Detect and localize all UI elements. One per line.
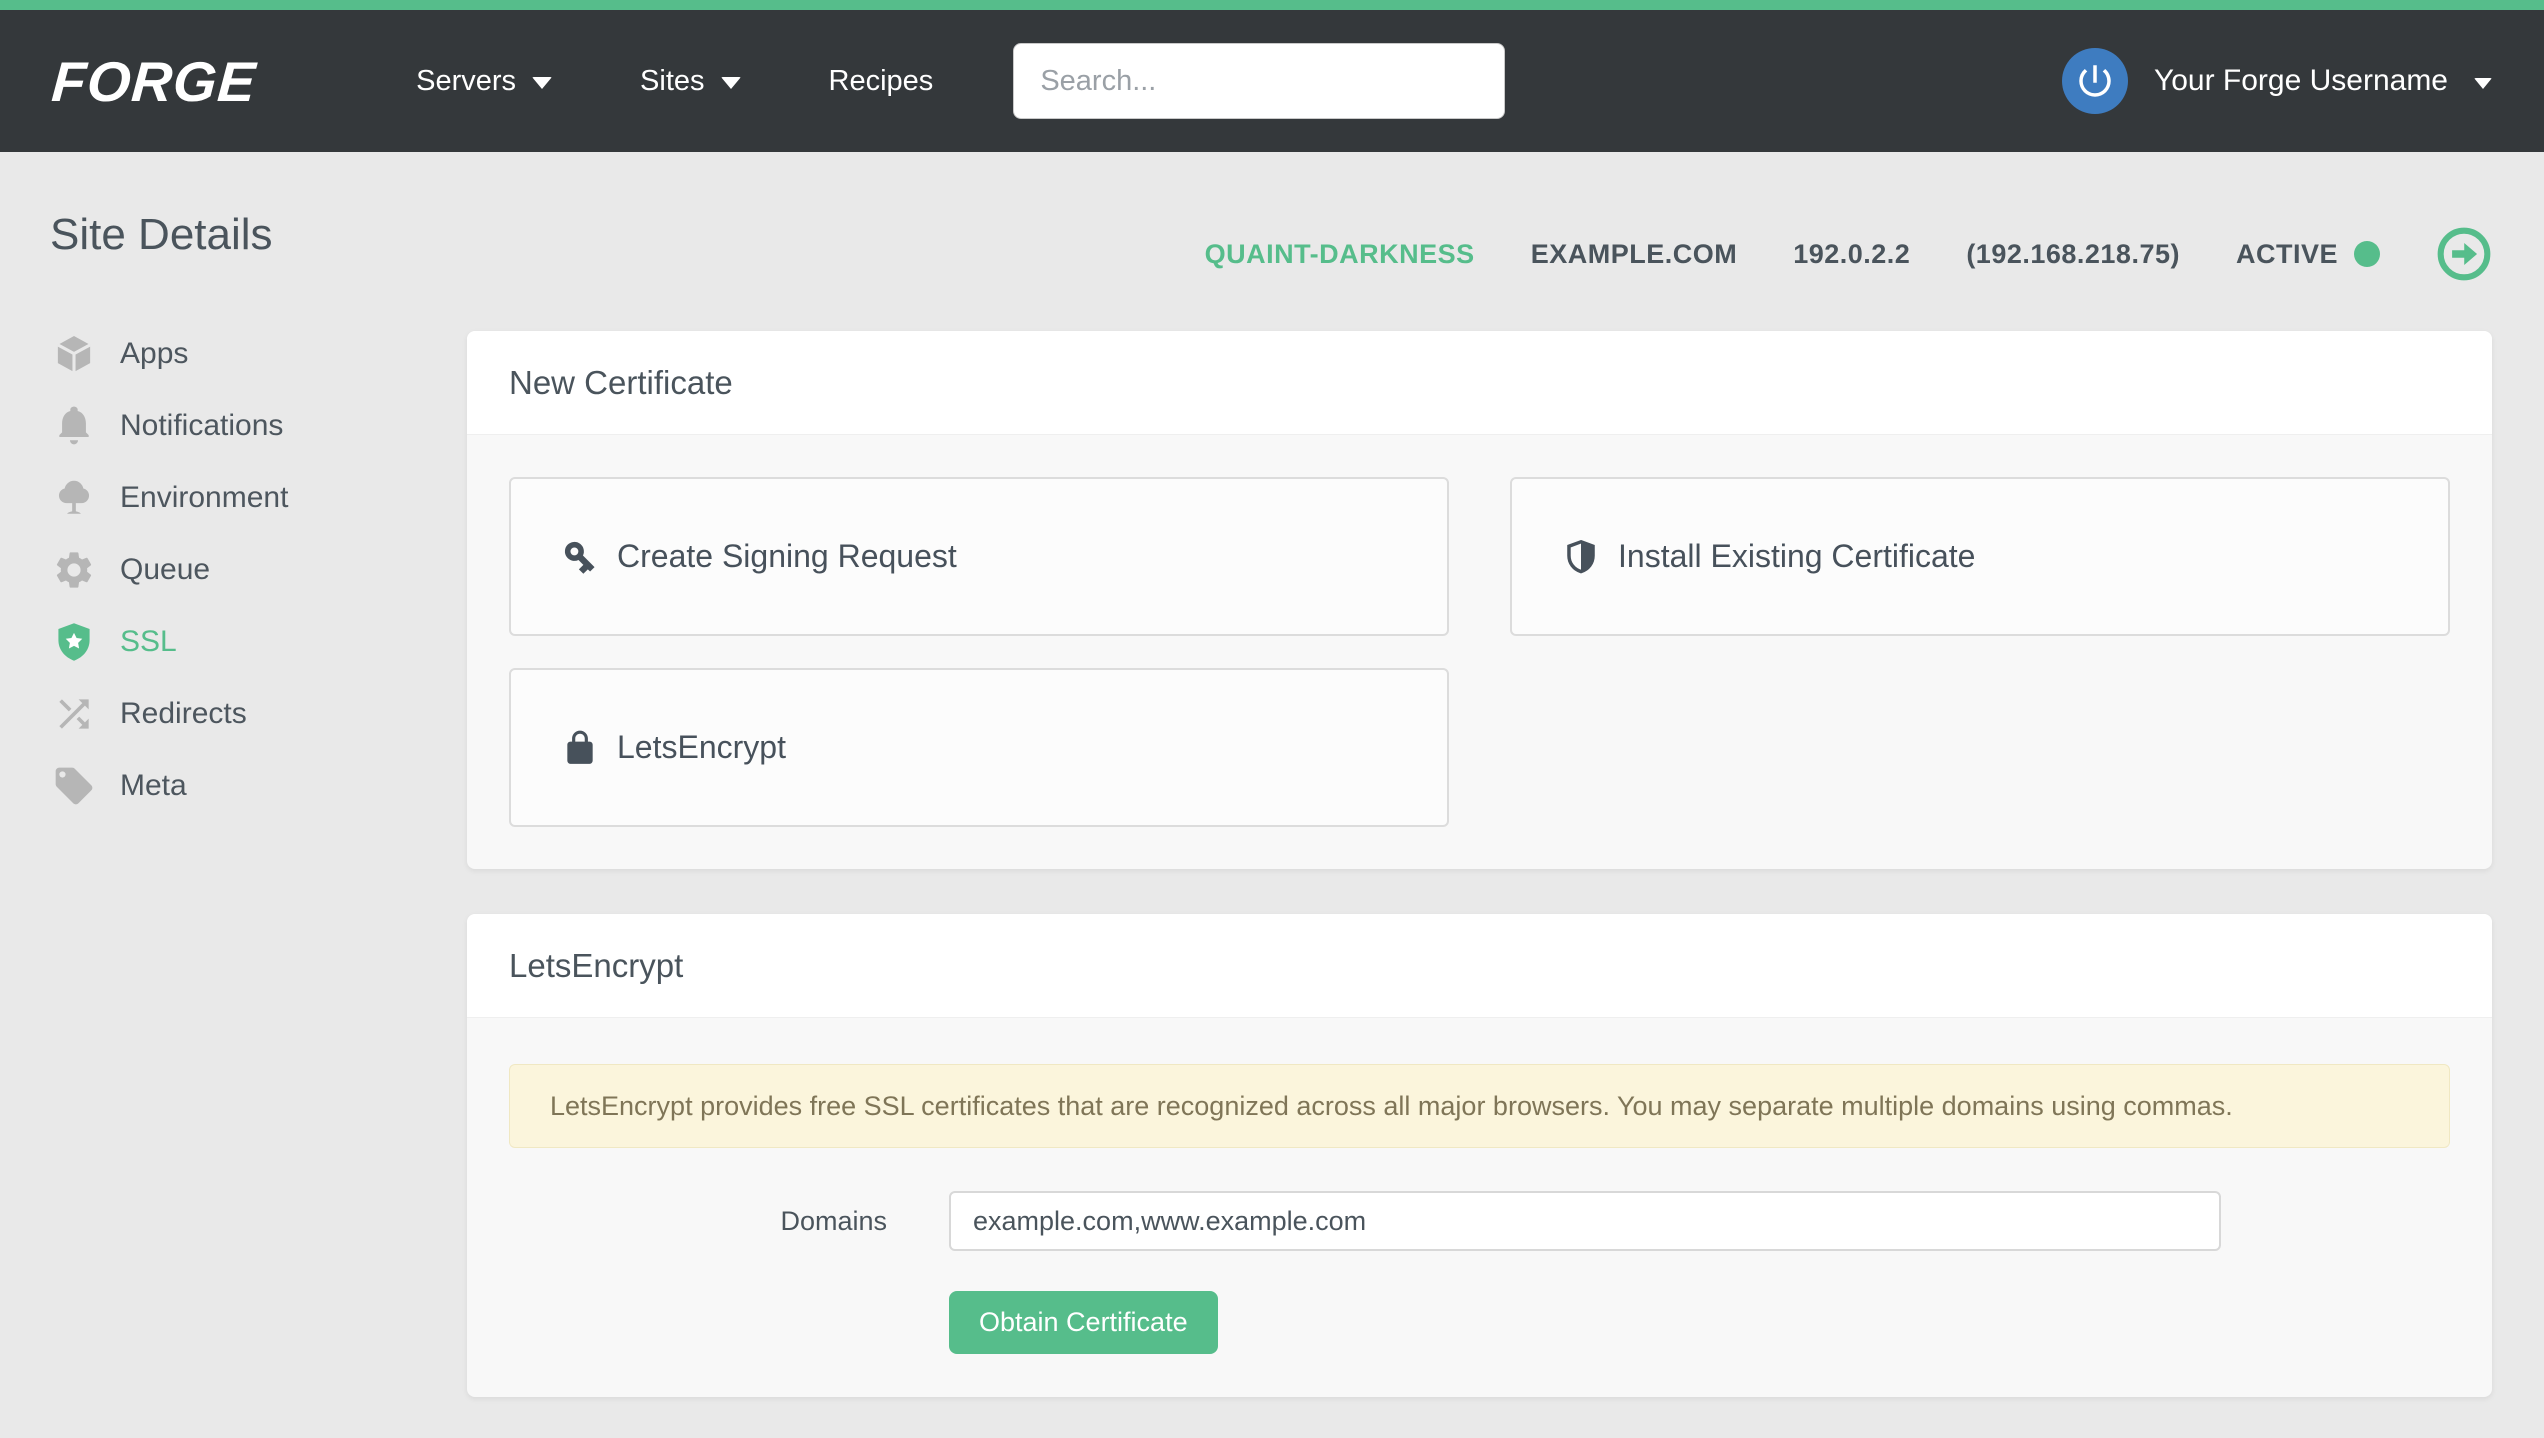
- sidebar: Apps Notifications Environment: [50, 318, 420, 822]
- letsencrypt-card[interactable]: LetsEncrypt: [509, 668, 1449, 827]
- nav-links: Servers Sites Recipes: [416, 65, 933, 98]
- sidebar-item-meta[interactable]: Meta: [50, 750, 420, 822]
- new-certificate-panel-title: New Certificate: [467, 331, 2492, 435]
- letsencrypt-info-alert: LetsEncrypt provides free SSL certificat…: [509, 1064, 2450, 1148]
- new-certificate-panel-body: Create Signing Request Install Existing …: [467, 435, 2492, 869]
- chevron-down-icon: [532, 77, 552, 89]
- nav-item-servers-label: Servers: [416, 65, 516, 98]
- breadcrumb-site-name[interactable]: QUAINT-DARKNESS: [1205, 239, 1475, 270]
- domains-form-row: Domains: [509, 1191, 2450, 1251]
- lock-icon: [561, 729, 599, 767]
- breadcrumb-private-ip: (192.168.218.75): [1966, 239, 2180, 270]
- obtain-certificate-button[interactable]: Obtain Certificate: [949, 1291, 1218, 1354]
- breadcrumb-domain: EXAMPLE.COM: [1531, 239, 1738, 270]
- key-icon: [561, 538, 599, 576]
- sidebar-item-redirects[interactable]: Redirects: [50, 678, 420, 750]
- user-menu[interactable]: Your Forge Username: [2062, 48, 2492, 114]
- card-label: LetsEncrypt: [617, 729, 786, 766]
- card-label: Install Existing Certificate: [1618, 538, 1975, 575]
- main-column: New Certificate Create Signing Request: [467, 331, 2492, 1397]
- avatar[interactable]: [2062, 48, 2128, 114]
- navbar: FORGE Servers Sites Recipes Your Forge U…: [0, 10, 2544, 152]
- username[interactable]: Your Forge Username: [2154, 64, 2448, 98]
- status-dot-icon: [2354, 241, 2380, 267]
- status-badge: ACTIVE: [2236, 239, 2380, 270]
- install-existing-certificate-card[interactable]: Install Existing Certificate: [1510, 477, 2450, 636]
- card-label: Create Signing Request: [617, 538, 957, 575]
- tree-icon: [50, 476, 98, 520]
- breadcrumb: QUAINT-DARKNESS EXAMPLE.COM 192.0.2.2 (1…: [1205, 226, 2492, 282]
- create-signing-request-card[interactable]: Create Signing Request: [509, 477, 1449, 636]
- nav-item-recipes-label: Recipes: [829, 65, 934, 98]
- submit-row: Obtain Certificate: [949, 1291, 2450, 1354]
- content-area: Site Details QUAINT-DARKNESS EXAMPLE.COM…: [0, 152, 2544, 1438]
- nav-item-recipes[interactable]: Recipes: [829, 65, 934, 98]
- nav-item-sites[interactable]: Sites: [640, 65, 740, 98]
- domains-label: Domains: [509, 1206, 949, 1237]
- sidebar-item-label: Environment: [120, 481, 288, 515]
- sidebar-item-label: Notifications: [120, 409, 283, 443]
- sidebar-item-ssl[interactable]: SSL: [50, 606, 420, 678]
- letsencrypt-panel-title: LetsEncrypt: [467, 914, 2492, 1018]
- sidebar-item-label: Meta: [120, 769, 187, 803]
- circle-arrow-right-icon[interactable]: [2436, 226, 2492, 282]
- chevron-down-icon: [721, 77, 741, 89]
- sidebar-item-environment[interactable]: Environment: [50, 462, 420, 534]
- chevron-down-icon: [2474, 78, 2492, 89]
- search-input[interactable]: [1013, 43, 1505, 119]
- power-icon: [2074, 60, 2116, 102]
- certificate-option-grid: Create Signing Request Install Existing …: [509, 477, 2450, 827]
- top-accent-bar: [0, 0, 2544, 10]
- shuffle-icon: [50, 692, 98, 736]
- nav-item-sites-label: Sites: [640, 65, 704, 98]
- letsencrypt-panel-body: LetsEncrypt provides free SSL certificat…: [467, 1018, 2492, 1397]
- sidebar-item-apps[interactable]: Apps: [50, 318, 420, 390]
- sidebar-item-label: Apps: [120, 337, 188, 371]
- sidebar-item-queue[interactable]: Queue: [50, 534, 420, 606]
- nav-item-servers[interactable]: Servers: [416, 65, 552, 98]
- shield-star-icon: [50, 620, 98, 664]
- tag-icon: [50, 764, 98, 808]
- status-label: ACTIVE: [2236, 239, 2338, 270]
- cube-icon: [50, 332, 98, 376]
- shield-half-icon: [1562, 538, 1600, 576]
- domains-input[interactable]: [949, 1191, 2221, 1251]
- breadcrumb-ip: 192.0.2.2: [1793, 239, 1910, 270]
- alert-text: LetsEncrypt provides free SSL certificat…: [550, 1091, 2233, 1122]
- letsencrypt-panel: LetsEncrypt LetsEncrypt provides free SS…: [467, 914, 2492, 1397]
- sidebar-item-label: SSL: [120, 625, 177, 659]
- sidebar-item-label: Queue: [120, 553, 210, 587]
- page-title: Site Details: [50, 210, 273, 260]
- sidebar-item-notifications[interactable]: Notifications: [50, 390, 420, 462]
- forge-logo[interactable]: FORGE: [50, 49, 259, 114]
- sidebar-item-label: Redirects: [120, 697, 247, 731]
- bell-icon: [50, 404, 98, 448]
- gear-icon: [50, 548, 98, 592]
- new-certificate-panel: New Certificate Create Signing Request: [467, 331, 2492, 869]
